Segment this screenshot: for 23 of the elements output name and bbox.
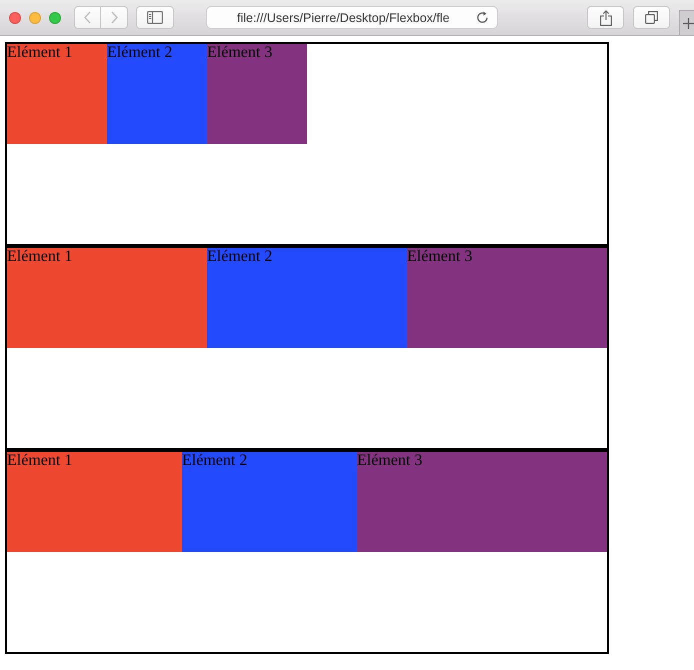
address-field[interactable]: file:///Users/Pierre/Desktop/Flexbox/fle <box>206 6 498 29</box>
element-block: Elément 1 <box>7 452 182 552</box>
chevron-right-icon <box>110 11 118 24</box>
reload-icon[interactable] <box>476 11 489 24</box>
element-block: Elément 2 <box>182 452 357 552</box>
element-block: Elément 3 <box>357 452 607 552</box>
zoom-button[interactable] <box>49 12 61 24</box>
share-button[interactable] <box>587 6 624 29</box>
element-block: Elément 1 <box>7 248 207 348</box>
sidebar-button[interactable] <box>136 6 174 29</box>
element-block: Elément 3 <box>407 248 607 348</box>
new-tab-button[interactable] <box>679 10 694 35</box>
close-button[interactable] <box>9 12 21 24</box>
sidebar-icon <box>147 11 163 24</box>
share-icon <box>600 10 612 26</box>
element-block: Elément 2 <box>207 248 407 348</box>
element-block: Elément 3 <box>207 44 307 144</box>
element-block: Elément 2 <box>107 44 207 144</box>
plus-icon <box>683 18 694 28</box>
tabs-icon <box>645 11 658 24</box>
tabs-button[interactable] <box>633 6 670 29</box>
chevron-left-icon <box>84 11 91 24</box>
element-block: Elément 1 <box>7 44 107 144</box>
